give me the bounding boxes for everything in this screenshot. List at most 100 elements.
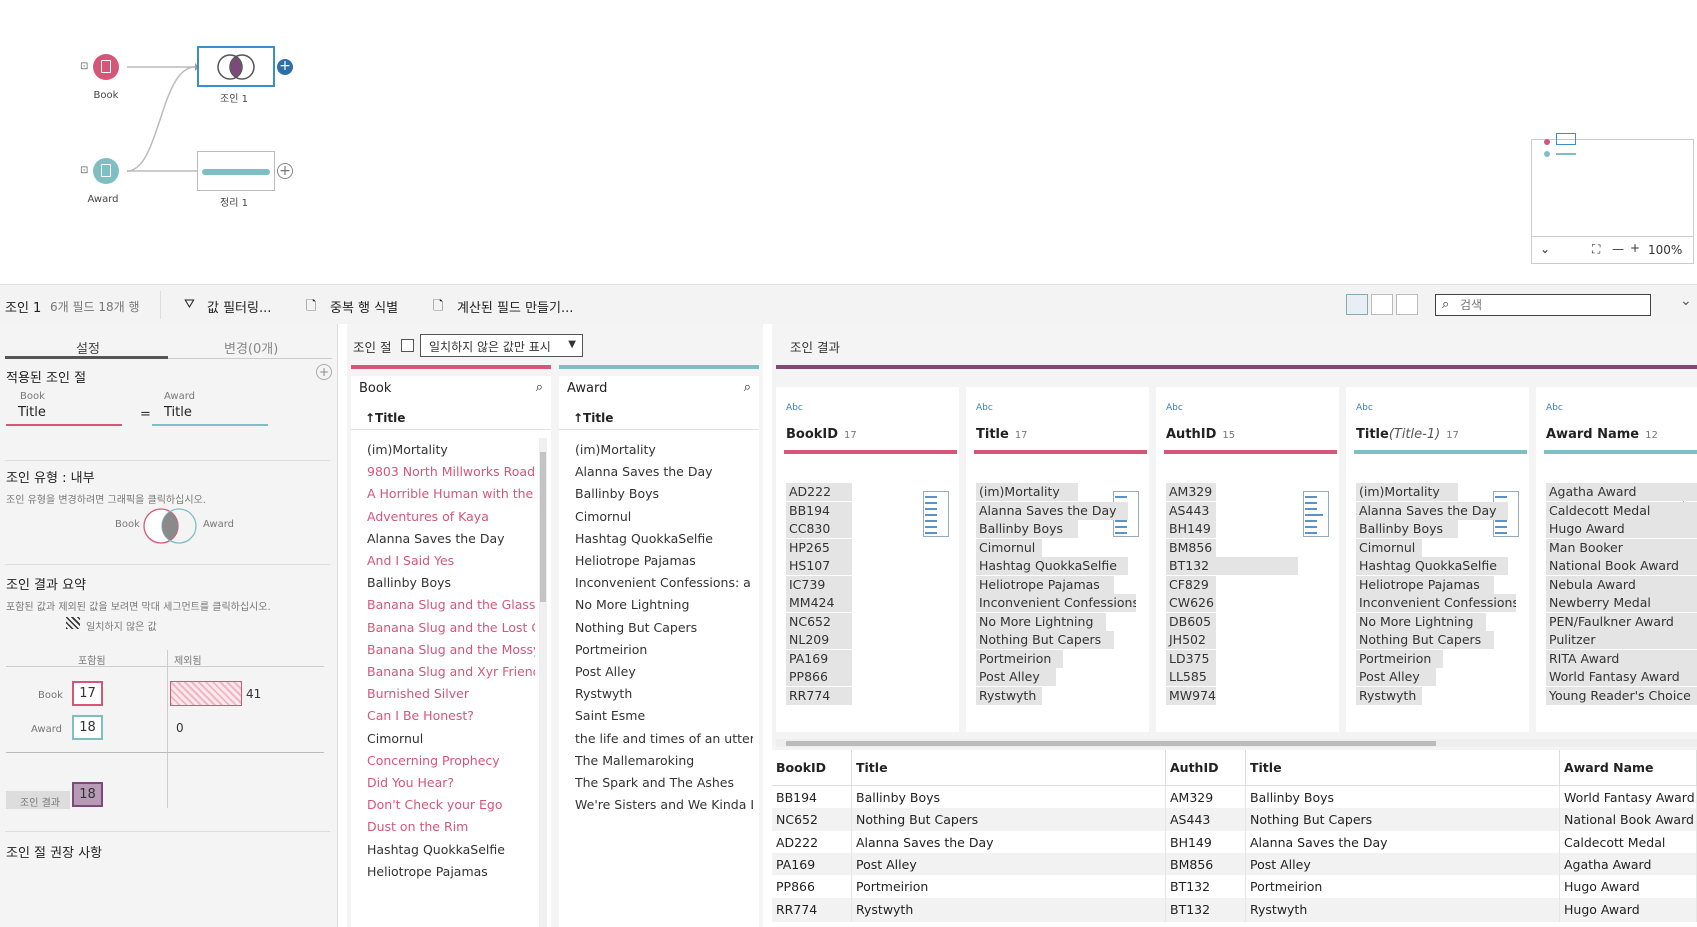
table-cell[interactable]: BT132 bbox=[1166, 875, 1246, 900]
list-item[interactable]: Ballinby Boys bbox=[367, 575, 535, 590]
chevron-down-icon[interactable]: ⌄ bbox=[1680, 293, 1692, 309]
profile-value[interactable]: Heliotrope Pajamas bbox=[976, 575, 1114, 594]
profile-value[interactable]: BM856 bbox=[1166, 538, 1216, 557]
scroll-thumb[interactable] bbox=[540, 452, 546, 602]
profile-value[interactable]: PP866 bbox=[786, 668, 852, 686]
search-icon[interactable]: ⌕ bbox=[744, 380, 751, 395]
profile-value[interactable]: (im)Mortality bbox=[976, 483, 1078, 501]
profile-value[interactable]: Post Alley bbox=[976, 668, 1056, 686]
profile-value[interactable]: BH149 bbox=[1166, 520, 1216, 538]
list-item[interactable]: Heliotrope Pajamas bbox=[575, 553, 753, 568]
chevron-down-icon[interactable]: ⌄ bbox=[1540, 242, 1550, 256]
profile-value[interactable]: No More Lightning bbox=[1356, 612, 1487, 631]
create-calc-field-button[interactable]: 계산된 필드 만들기... bbox=[457, 297, 573, 316]
minimap-view[interactable] bbox=[1532, 133, 1693, 237]
list-item[interactable]: Banana Slug and Xyr Friends bbox=[367, 664, 535, 679]
profile-value[interactable]: HS107 bbox=[786, 557, 852, 575]
table-cell[interactable]: Caldecott Medal bbox=[1560, 830, 1697, 855]
list-item[interactable]: A Horrible Human with the Horns bbox=[367, 486, 535, 501]
table-cell[interactable]: PA169 bbox=[772, 852, 852, 877]
horizontal-scrollbar[interactable] bbox=[776, 739, 1697, 747]
table-cell[interactable]: AS443 bbox=[1166, 808, 1246, 833]
table-cell[interactable]: Portmeirion bbox=[852, 875, 1166, 900]
table-cell[interactable]: Ballinby Boys bbox=[852, 786, 1166, 810]
profile-card[interactable]: Abc Award Name 12 Agatha Award Caldecott Med… bbox=[1536, 387, 1697, 732]
value-summary-chart[interactable] bbox=[1303, 491, 1329, 537]
book-values-list[interactable]: Book ⌕ ↑Title (im)Mortality 9803 North Mil… bbox=[351, 376, 551, 927]
profile-value[interactable]: CW626 bbox=[1166, 594, 1216, 612]
list-item[interactable]: Can I Be Honest? bbox=[367, 708, 535, 723]
join-operator[interactable]: = bbox=[140, 407, 151, 422]
award-values-list[interactable]: Award ⌕ ↑Title (im)Mortality Alanna Saves … bbox=[559, 376, 759, 927]
list-item[interactable]: The Spark and The Ashes bbox=[575, 775, 753, 790]
grid-column-header[interactable]: Title bbox=[1246, 750, 1560, 786]
right-join-field[interactable]: Title bbox=[152, 402, 268, 426]
list-item[interactable]: the life and times of an utterly inconse… bbox=[575, 731, 753, 746]
list-item[interactable]: We're Sisters and We Kinda Like Each Oth… bbox=[575, 797, 753, 812]
grid-column-header[interactable]: AuthID bbox=[1166, 750, 1246, 786]
profile-value[interactable]: AD222 bbox=[786, 483, 852, 501]
clean-step-node[interactable] bbox=[197, 151, 275, 191]
table-cell[interactable]: Rystwyth bbox=[852, 897, 1166, 922]
profile-value[interactable]: Heliotrope Pajamas bbox=[1356, 575, 1494, 594]
table-cell[interactable]: Rystwyth bbox=[1246, 897, 1560, 922]
profile-card[interactable]: Abc BookID 17 AD222 BB194 CC830 HP265 HS107 IC73… bbox=[776, 387, 959, 732]
profile-value[interactable]: Ballinby Boys bbox=[976, 520, 1078, 538]
add-step-icon[interactable]: + bbox=[277, 59, 293, 75]
table-cell[interactable]: BB194 bbox=[772, 786, 852, 810]
minimap[interactable]: ⌄ ⛶ — + 100% bbox=[1531, 133, 1694, 264]
profile-value[interactable]: Rystwyth bbox=[976, 686, 1042, 705]
profile-value[interactable]: National Book Award bbox=[1546, 557, 1697, 575]
list-item[interactable]: Post Alley bbox=[575, 664, 753, 679]
profile-value[interactable]: RITA Award bbox=[1546, 649, 1697, 668]
profile-value[interactable]: IC739 bbox=[786, 575, 852, 594]
profile-value[interactable]: LL585 bbox=[1166, 668, 1216, 686]
search-icon[interactable]: ⌕ bbox=[536, 380, 543, 395]
list-item[interactable]: Burnished Silver bbox=[367, 686, 535, 701]
scroll-thumb[interactable] bbox=[786, 741, 1436, 746]
list-item[interactable]: Dust on the Rim bbox=[367, 819, 535, 834]
table-cell[interactable]: Ballinby Boys bbox=[1246, 786, 1560, 810]
list-item[interactable]: Banana Slug and the Lost Cow bbox=[367, 620, 535, 635]
list-item[interactable]: The Mallemaroking bbox=[575, 753, 753, 768]
duplicate-icon[interactable]: 🗋 bbox=[306, 297, 316, 319]
profile-value[interactable]: NC652 bbox=[786, 612, 852, 631]
calc-field-icon[interactable]: 🗋 bbox=[433, 297, 443, 319]
profile-value[interactable]: HP265 bbox=[786, 538, 852, 557]
profile-card-field-name[interactable]: Title 17 bbox=[976, 427, 1028, 442]
value-summary-chart[interactable] bbox=[923, 491, 949, 537]
list-item[interactable]: Hashtag QuokkaSelfie bbox=[367, 842, 535, 857]
profile-value[interactable]: Agatha Award bbox=[1546, 483, 1697, 501]
profile-card[interactable]: Abc AuthID 15 AM329 AS443 BH149 BM856 BT132 CF82… bbox=[1156, 387, 1339, 732]
input-edit-icon[interactable]: ⊡ bbox=[80, 165, 88, 176]
profile-value[interactable]: Cimornul bbox=[1356, 538, 1422, 557]
profile-value[interactable]: Inconvenient Confessions bbox=[976, 594, 1136, 612]
list-item[interactable]: Banana Slug and the Mossy Rock bbox=[367, 642, 535, 657]
profile-card-field-name[interactable]: AuthID 15 bbox=[1166, 427, 1235, 442]
table-cell[interactable]: Post Alley bbox=[1246, 852, 1560, 877]
profile-card[interactable]: Abc Title(Title-1) 17 (im)Mortality Alanna S… bbox=[1346, 387, 1529, 732]
profile-card[interactable]: Abc Title 17 (im)Mortality Alanna Saves the … bbox=[966, 387, 1149, 732]
profile-value[interactable]: Portmeirion bbox=[976, 649, 1064, 668]
list-item[interactable]: Portmeirion bbox=[575, 642, 753, 657]
data-grid[interactable]: BookID Title AuthID Title Award Name BB194 Bal… bbox=[772, 750, 1697, 927]
list-item[interactable]: Heliotrope Pajamas bbox=[367, 864, 535, 879]
table-cell[interactable]: AM329 bbox=[1166, 786, 1246, 810]
profile-value[interactable]: No More Lightning bbox=[976, 612, 1107, 631]
profile-value[interactable]: Portmeirion bbox=[1356, 649, 1444, 668]
grid-column-header[interactable]: Title bbox=[852, 750, 1166, 786]
profile-value[interactable]: RR774 bbox=[786, 686, 852, 705]
tab-settings[interactable]: 설정 bbox=[76, 338, 100, 357]
profile-value[interactable]: CC830 bbox=[786, 520, 852, 538]
list-item[interactable]: Alanna Saves the Day bbox=[575, 464, 753, 479]
profile-value[interactable]: Inconvenient Confessions bbox=[1356, 594, 1516, 612]
profile-value[interactable]: NL209 bbox=[786, 631, 852, 649]
list-item[interactable]: Cimornul bbox=[575, 509, 753, 524]
profile-value[interactable]: LD375 bbox=[1166, 649, 1216, 668]
book-list-sort[interactable]: ↑Title bbox=[351, 402, 551, 430]
profile-card-field-name[interactable]: Award Name 12 bbox=[1546, 427, 1658, 442]
list-item[interactable]: Ballinby Boys bbox=[575, 486, 753, 501]
profile-value[interactable]: Alanna Saves the Day bbox=[976, 501, 1128, 520]
zoom-out-icon[interactable]: — bbox=[1612, 242, 1624, 256]
profile-value[interactable]: MM424 bbox=[786, 594, 852, 612]
